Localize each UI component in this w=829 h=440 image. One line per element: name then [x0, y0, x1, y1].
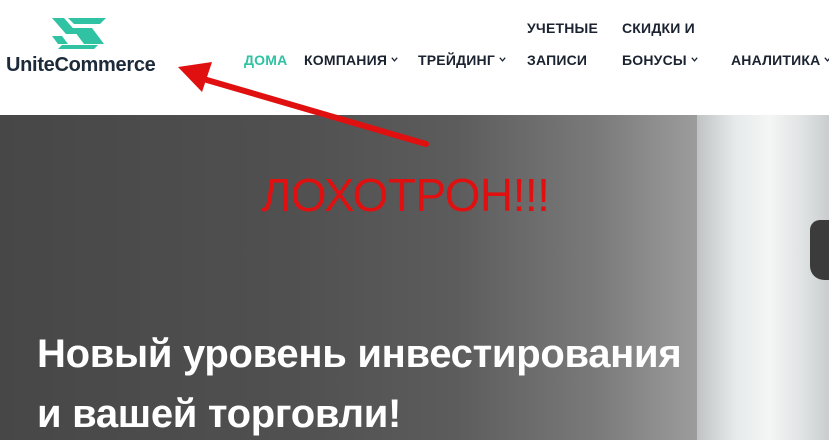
hero-title-line2: и вашей торговли!	[37, 392, 402, 436]
nav-item-label: ТРЕЙДИНГ	[418, 52, 495, 68]
nav-item-home[interactable]: ДОМА	[244, 52, 287, 68]
unitecommerce-logo-icon	[52, 18, 106, 49]
nav-item-label-line1: УЧЕТНЫЕ	[527, 20, 598, 36]
brand-name: UniteCommerce	[6, 54, 156, 76]
chevron-down-icon	[391, 57, 398, 62]
nav-item-label: АНАЛИТИКА	[731, 52, 821, 68]
nav-item-trading[interactable]: ТРЕЙДИНГ	[418, 52, 507, 68]
nav-item-label-line2: БОНУСЫ	[622, 52, 687, 68]
hero-background-image	[697, 115, 829, 440]
chevron-down-icon	[824, 57, 829, 62]
nav-item-label-line1: СКИДКИ И	[622, 20, 695, 36]
nav-item-discounts-bonuses[interactable]: СКИДКИ И БОНУСЫ	[622, 12, 699, 76]
nav-item-label: ДОМА	[244, 52, 288, 68]
site-header: UniteCommerce ДОМА КОМПАНИЯ ТРЕЙДИНГ УЧЕ…	[0, 0, 829, 115]
nav-item-analytics[interactable]: АНАЛИТИКА	[731, 52, 829, 68]
hero-title-line1: Новый уровень инвестирования	[37, 332, 682, 376]
nav-item-company[interactable]: КОМПАНИЯ	[304, 52, 399, 68]
nav-item-label-line2: ЗАПИСИ	[527, 52, 588, 68]
chevron-down-icon	[691, 57, 698, 62]
nav-item-label: КОМПАНИЯ	[304, 52, 388, 68]
nav-item-accounts[interactable]: УЧЕТНЫЕ ЗАПИСИ	[527, 12, 598, 76]
hero-title: Новый уровень инвестирования и вашей тор…	[37, 324, 682, 440]
chevron-down-icon	[499, 57, 506, 62]
hero-background-object	[810, 220, 829, 280]
scam-annotation-label: ЛОХОТРОН!!!	[261, 169, 550, 221]
brand-logo[interactable]: UniteCommerce	[6, 14, 166, 84]
